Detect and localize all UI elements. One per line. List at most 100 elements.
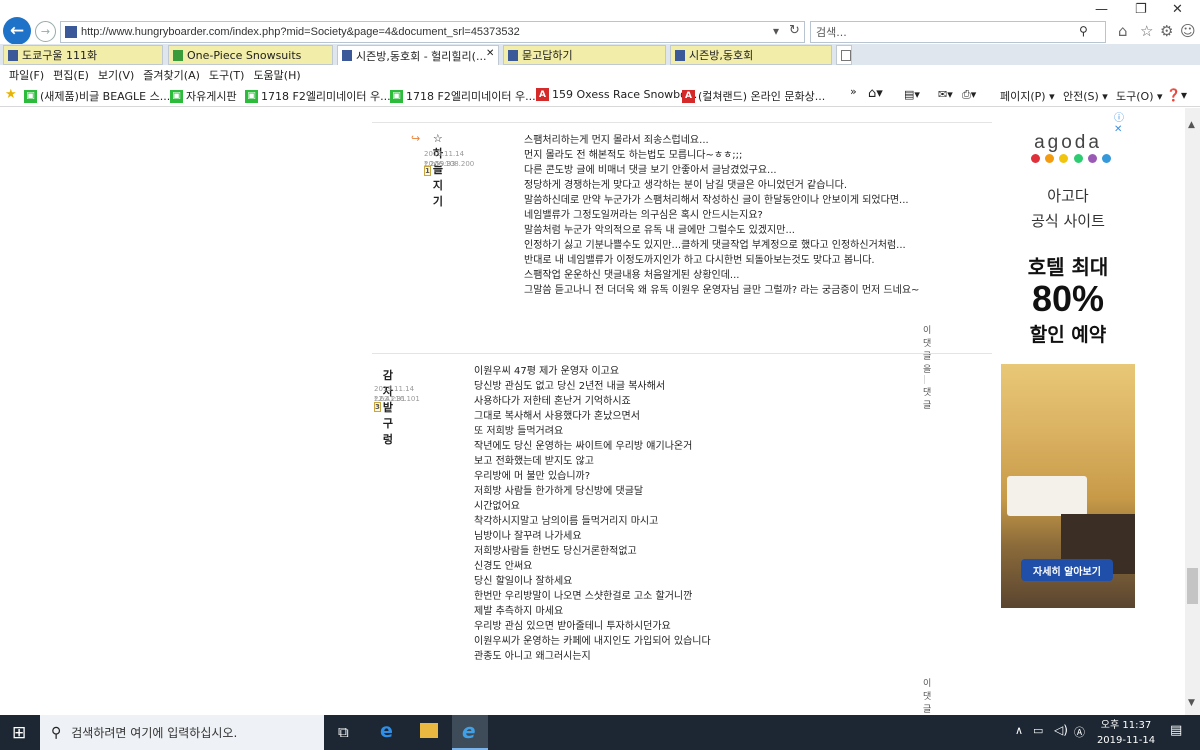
taskbar-clock[interactable]: 오후 11:37 2019-11-14 — [1096, 718, 1156, 748]
menu-favorites[interactable]: 즐겨찾기(A) — [143, 67, 200, 83]
menu-edit[interactable]: 편집(E) — [53, 67, 89, 83]
favorite-item[interactable]: ▣ 1718 F2엘리미네이터 우... — [245, 88, 391, 104]
comment-line: 제발 추측하지 마세요 — [474, 606, 564, 617]
reply-link[interactable]: 댓글 — [923, 388, 931, 411]
feeds-icon[interactable]: ▤▾ — [904, 88, 920, 101]
comment-line: 다른 콘도방 글에 비매너 댓글 보기 안좋아서 글남겼었구요... — [524, 165, 777, 176]
page-menu[interactable]: 페이지(P) ▾ — [1000, 88, 1055, 104]
print-icon[interactable]: ⎙▾ — [962, 88, 976, 102]
page-content: ↪ 1 ☆하늘지기 2019.11.14 20:59:33 *.206.108.… — [0, 108, 1185, 715]
scroll-down-icon[interactable]: ▼ — [1188, 698, 1195, 708]
favorite-item[interactable]: A (컬쳐랜드) 온라인 문화상... — [682, 88, 825, 104]
menu-tools[interactable]: 도구(T) — [209, 67, 245, 83]
menu-view[interactable]: 보기(V) — [98, 67, 134, 83]
search-icon[interactable]: ⚲ — [1079, 24, 1088, 38]
comment-author[interactable]: 3 감자밭구렁 — [374, 367, 395, 447]
favorite-item[interactable]: ▣ 자유게시판 — [170, 88, 237, 104]
tab-strip: 도쿄구울 111화 One-Piece Snowsuits 시즌방,동호회 - … — [0, 44, 1200, 65]
comment-line: 우리방에 머 불만 있습니까? — [474, 471, 591, 482]
tab-season-club-active[interactable]: 시즌방,동호회 - 헐리힐리(... ✕ — [337, 45, 499, 65]
show-hidden-icons[interactable]: ∧ — [1015, 724, 1023, 737]
tab-tokyo-ghoul[interactable]: 도쿄구울 111화 — [3, 45, 163, 65]
settings-gear-icon[interactable]: ⚙ — [1160, 22, 1173, 40]
ad-line2: 공식 사이트 — [1031, 212, 1105, 230]
back-button[interactable]: ← — [3, 17, 31, 45]
edge-icon[interactable]: e — [380, 720, 393, 742]
comment-this-link[interactable]: 이 댓글을 — [923, 679, 931, 715]
favorite-label: 1718 F2엘리미네이터 우... — [406, 90, 536, 103]
comment-line: 반대로 내 네임밸류가 이정도까지인가 하고 다시한번 되돌아보는것도 맞다고 … — [524, 255, 875, 266]
comment-line: 사용하다가 저한테 혼난거 기억하시죠 — [474, 396, 631, 407]
comment-ip: *.62.216.101 — [374, 395, 420, 403]
scroll-thumb[interactable] — [1187, 568, 1198, 604]
agoda-ad[interactable]: ⓘ ✕ agoda 아고다 공식 사이트 호텔 최대 80% 할인 예약 자세히… — [1001, 108, 1135, 608]
comment-line: 말씀처럼 누군가 악의적으로 유독 내 글에만 그럴수도 있겠지만... — [524, 225, 795, 236]
clock-date: 2019-11-14 — [1096, 735, 1156, 746]
favorites-star-icon[interactable]: ☆ — [1140, 22, 1153, 40]
home-icon[interactable]: ⌂ — [1118, 22, 1128, 40]
close-tab-icon[interactable]: ✕ — [486, 48, 494, 59]
scroll-up-icon[interactable]: ▲ — [1188, 120, 1195, 130]
comment-body: 스팸처리하는게 먼지 몰라서 죄송스럽네요... 먼지 몰라도 전 해본적도 하… — [524, 133, 919, 298]
comment-line: 우리방 관심 있으면 받아줄테니 투자하시던가요 — [474, 621, 671, 632]
mail-icon[interactable]: ✉▾ — [938, 88, 953, 101]
favorite-label: (컬쳐랜드) 온라인 문화상... — [698, 90, 826, 103]
volume-icon[interactable]: ◁) — [1054, 723, 1068, 737]
close-window-icon[interactable]: ✕ — [1172, 2, 1183, 17]
site-favicon-icon — [65, 26, 77, 38]
ie-taskbar-button[interactable]: e — [452, 715, 488, 750]
comment-author[interactable]: 1 ☆하늘지기 — [424, 132, 445, 209]
search-box[interactable]: 검색... ⚲ — [810, 21, 1106, 43]
language-icon[interactable]: Ⓐ — [1074, 724, 1085, 740]
favorite-label: (새제품)비글 BEAGLE 스... — [40, 90, 171, 103]
notification-icon[interactable]: ▤ — [1170, 723, 1182, 738]
new-tab-icon — [841, 49, 851, 61]
network-icon[interactable]: ▭ — [1033, 724, 1043, 737]
file-explorer-icon[interactable] — [420, 723, 438, 738]
comment-line: 시간없어요 — [474, 501, 520, 512]
tab-season-club[interactable]: 시즌방,동호회 — [670, 45, 832, 65]
comment-line: 먼지 몰라도 전 해본적도 하는법도 모릅니다~ㅎㅎ;;; — [524, 150, 743, 161]
restore-icon[interactable]: ❐ — [1135, 2, 1147, 17]
menu-file[interactable]: 파일(F) — [9, 67, 44, 83]
menu-bar: 파일(F) 편집(E) 보기(V) 즐겨찾기(A) 도구(T) 도움말(H) — [0, 65, 1200, 85]
menu-help[interactable]: 도움말(H) — [253, 67, 300, 83]
tab-snowsuits[interactable]: One-Piece Snowsuits — [168, 45, 333, 65]
windows-start-icon[interactable]: ⊞ — [12, 723, 26, 743]
clock-time: 오후 11:37 — [1100, 720, 1152, 731]
comment-line: 스팸처리하는게 먼지 몰라서 죄송스럽네요... — [524, 135, 709, 146]
refresh-icon[interactable]: ↻ — [789, 23, 800, 38]
bookmark-icon: ▣ — [170, 89, 183, 103]
favorite-item[interactable]: ▣ (새제품)비글 BEAGLE 스... — [24, 88, 170, 104]
more-favorites-icon[interactable]: » — [850, 85, 857, 98]
safety-menu[interactable]: 안전(S) ▾ — [1063, 88, 1108, 104]
feedback-icon[interactable]: ☺ — [1180, 22, 1196, 40]
comment-line: 말씀하신데로 만약 누군가가 스팸처리해서 작성하신 글이 한달동안이나 안보이… — [524, 195, 909, 206]
help-icon[interactable]: ❓▾ — [1166, 88, 1187, 102]
ad-sub: 할인 예약 — [1029, 324, 1107, 346]
comment-this-link[interactable]: 이 댓글을 — [923, 326, 931, 375]
action-separator: | — [923, 375, 927, 385]
comment-line: 관종도 아니고 왜그러시는지 — [474, 651, 591, 662]
favorite-item[interactable]: ▣ 1718 F2엘리미네이터 우... — [390, 88, 536, 104]
taskbar-search[interactable]: ⚲ 검색하려면 여기에 입력하십시오. — [40, 715, 324, 750]
favorites-star-icon[interactable]: ★ — [5, 87, 17, 102]
minimize-icon[interactable]: — — [1095, 2, 1108, 17]
favorite-item[interactable]: A 159 Oxess Race Snowbo... — [536, 88, 697, 101]
new-tab-button[interactable] — [836, 45, 852, 65]
task-view-icon[interactable]: ⧉ — [338, 723, 349, 741]
address-bar[interactable]: http://www.hungryboarder.com/index.php?m… — [60, 21, 805, 43]
bookmark-icon: A — [536, 88, 549, 101]
forward-button[interactable]: → — [35, 21, 56, 42]
dropdown-search-icon[interactable]: ▾ — [773, 24, 779, 38]
comment-line: 이원우씨가 운영하는 카페에 내지인도 가입되어 있습니다 — [474, 636, 711, 647]
tab-qna[interactable]: 묻고답하기 — [503, 45, 666, 65]
comment-line: 스팸작업 운운하신 댓글내용 처음알게된 상황인데... — [524, 270, 740, 281]
comment-line: 보고 전화했는데 받지도 않고 — [474, 456, 594, 467]
ad-cta-button[interactable]: 자세히 알아보기 — [1021, 559, 1113, 581]
tools-menu[interactable]: 도구(O) ▾ — [1116, 88, 1163, 104]
favorite-label: 159 Oxess Race Snowbo... — [552, 88, 698, 101]
home-command-icon[interactable]: ⌂▾ — [868, 86, 883, 101]
windows-taskbar: ⊞ ⚲ 검색하려면 여기에 입력하십시오. ⧉ e e ∧ ▭ ◁) Ⓐ 오후 … — [0, 715, 1200, 750]
vertical-scrollbar[interactable]: ▲ ▼ — [1185, 108, 1200, 715]
